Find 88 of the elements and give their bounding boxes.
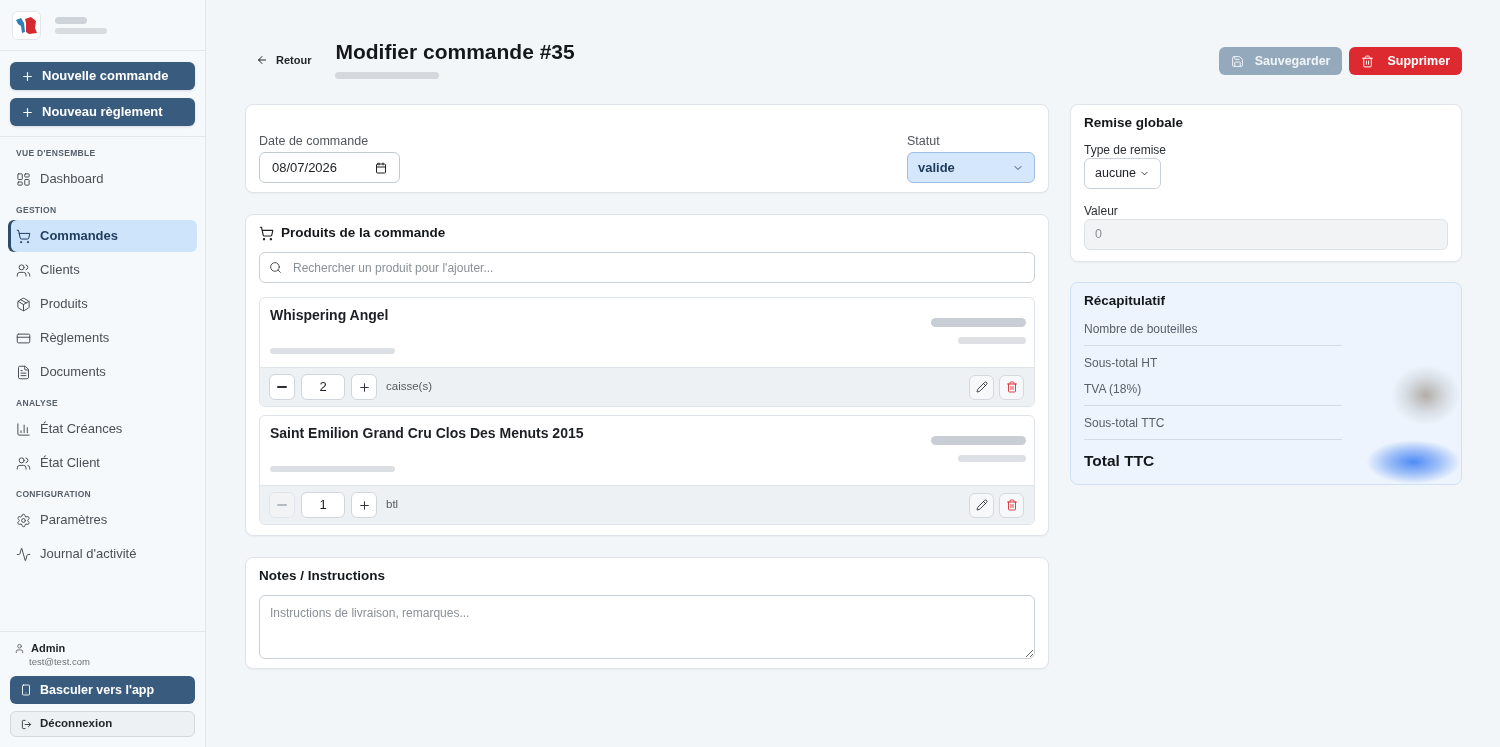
product-name: Saint Emilion Grand Cru Clos Des Menuts 2015	[270, 424, 584, 442]
card-title: Récapitulatif	[1084, 292, 1166, 310]
remove-button[interactable]	[999, 374, 1024, 400]
summary-label: Sous-total TTC	[1084, 415, 1166, 431]
plus-icon	[357, 380, 371, 394]
redacted-text	[958, 455, 1026, 462]
phone-icon	[20, 684, 32, 696]
new-item-button[interactable]: Nouveau règlement	[10, 98, 195, 126]
redacted-text	[55, 16, 87, 24]
nav-item[interactable]: Clients	[8, 254, 197, 286]
trash-icon	[1005, 381, 1018, 393]
product-name: Whispering Angel	[270, 306, 390, 324]
new-item-button[interactable]: Nouvelle commande	[10, 62, 195, 90]
minus-icon	[277, 386, 287, 388]
card-icon	[16, 330, 31, 346]
summary-label: Nombre de bouteilles	[1084, 321, 1199, 337]
remove-button[interactable]	[999, 492, 1024, 518]
field-label: Date de commande	[259, 133, 370, 149]
status-select[interactable]: valide	[907, 152, 1035, 183]
quantity-field[interactable]: 2	[301, 374, 345, 400]
increase-button[interactable]	[351, 374, 377, 400]
card-title: Notes / Instructions	[259, 567, 386, 585]
nav-item[interactable]: Journal d'activité	[8, 538, 197, 570]
activity-icon	[16, 546, 31, 562]
cart-icon	[16, 228, 31, 244]
card-title: Produits de la commande	[281, 223, 446, 242]
document-icon	[16, 364, 31, 380]
nav-item[interactable]: Produits	[8, 288, 197, 320]
search-field[interactable]: Rechercher un produit pour l'ajouter...	[259, 252, 1035, 283]
logout-icon	[21, 718, 32, 730]
logo-icon	[12, 10, 41, 40]
nav-section-title: ANALYSE	[15, 397, 59, 410]
card-title: Remise globale	[1084, 114, 1185, 132]
arrow-left-icon	[256, 54, 268, 66]
nav-item[interactable]: Paramètres	[8, 504, 197, 536]
back-link[interactable]: Retour	[245, 50, 320, 70]
increase-button[interactable]	[351, 492, 377, 518]
trash-icon	[1361, 54, 1375, 68]
summary-label: TVA (18%)	[1084, 381, 1143, 397]
users-icon	[16, 455, 31, 471]
edit-button[interactable]	[969, 492, 994, 518]
trash-icon	[1005, 499, 1018, 511]
notes-field[interactable]: Instructions de livraison, remarques...	[259, 595, 1035, 659]
pencil-icon	[975, 381, 988, 393]
plus-icon	[21, 105, 34, 119]
edit-button[interactable]	[969, 374, 994, 400]
date-field[interactable]: 08/07/2026	[259, 152, 400, 183]
redacted-text	[958, 337, 1026, 344]
field-label: Statut	[907, 133, 941, 149]
summary-label: Sous-total HT	[1084, 355, 1159, 371]
page-title: Modifier commande #35	[335, 39, 575, 65]
cart-icon	[259, 225, 274, 241]
search-icon	[269, 261, 282, 274]
plus-icon	[357, 498, 371, 512]
settings-icon	[16, 512, 31, 528]
switch-app-button[interactable]: Basculer vers l'app	[10, 676, 195, 704]
bar-chart-icon	[16, 421, 31, 437]
field-label: Valeur	[1084, 204, 1119, 218]
pencil-icon	[975, 499, 988, 511]
nav-section-title: VUE D'ENSEMBLE	[15, 147, 97, 160]
nav-item[interactable]: Documents	[8, 356, 197, 388]
unit-label: caisse(s)	[386, 379, 432, 395]
user-name: Admin	[31, 640, 66, 656]
delete-button[interactable]: Supprimer	[1349, 47, 1462, 75]
user-email: test@test.com	[28, 655, 91, 668]
nav-item[interactable]: Dashboard	[8, 163, 197, 195]
nav-section-title: GESTION	[15, 204, 58, 217]
discount-type-select[interactable]: aucune	[1084, 158, 1161, 189]
nav-section-title: CONFIGURATION	[15, 488, 93, 501]
minus-icon	[277, 504, 287, 506]
redacted-text	[55, 27, 107, 34]
plus-icon	[21, 69, 34, 83]
nav-item[interactable]: Commandes	[8, 220, 197, 252]
logout-button[interactable]: Déconnexion	[10, 711, 195, 737]
summary-total-label: Total TTC	[1084, 451, 1156, 471]
unit-label: btl	[386, 497, 399, 513]
user-icon	[14, 642, 25, 654]
box-icon	[16, 296, 31, 312]
decrease-button[interactable]	[269, 374, 295, 400]
nav-item[interactable]: État Créances	[8, 413, 197, 445]
calendar-icon	[375, 161, 387, 174]
dashboard-icon	[16, 171, 31, 187]
nav-item[interactable]: Règlements	[8, 322, 197, 354]
users-icon	[16, 262, 31, 278]
field-label: Type de remise	[1084, 143, 1168, 157]
save-icon	[1230, 54, 1244, 68]
nav-item[interactable]: État Client	[8, 447, 197, 479]
quantity-field[interactable]: 1	[301, 492, 345, 518]
